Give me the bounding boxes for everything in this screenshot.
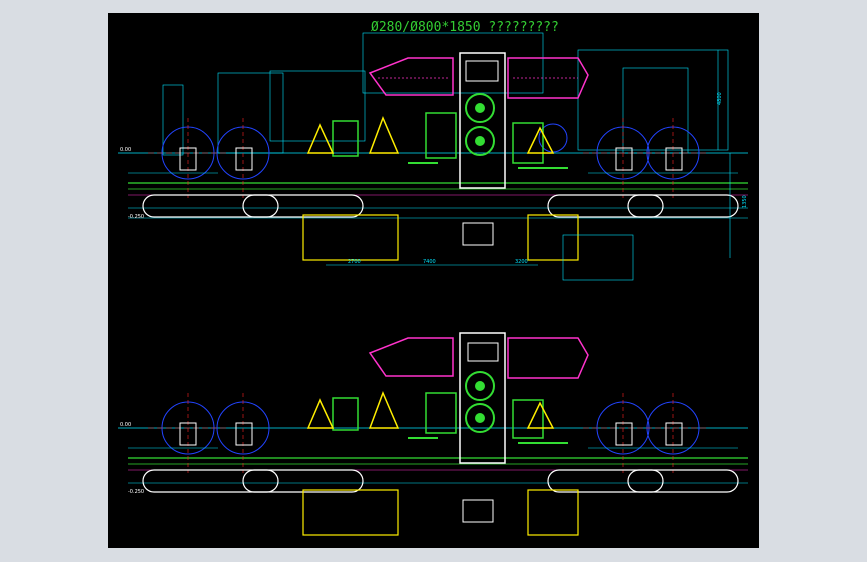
level-label-top-2: 0.00	[120, 422, 131, 428]
dim-label-right-top: 4800	[717, 92, 723, 105]
dim-label-2: 7400	[423, 259, 436, 265]
dim-label-1: 2700	[348, 259, 361, 265]
dim-label-vertical: 1350	[742, 195, 748, 208]
top-mill-assembly-view: 2700 7400 3200 1350 4800 0.00 -0.250	[118, 32, 748, 281]
cad-drawing-viewport[interactable]: Ø280/Ø800*1850 ????????? 2700 7400 3200 …	[108, 13, 759, 548]
level-label-top: 0.00	[120, 147, 131, 153]
dim-label-3: 3200	[515, 259, 528, 265]
bottom-mill-assembly-view: 0.00 -0.250	[118, 332, 748, 536]
level-label-bottom-2: -0.250	[128, 489, 144, 495]
cad-drawing-canvas[interactable]: Ø280/Ø800*1850 ????????? 2700 7400 3200 …	[108, 13, 759, 548]
level-label-bottom: -0.250	[128, 214, 144, 220]
